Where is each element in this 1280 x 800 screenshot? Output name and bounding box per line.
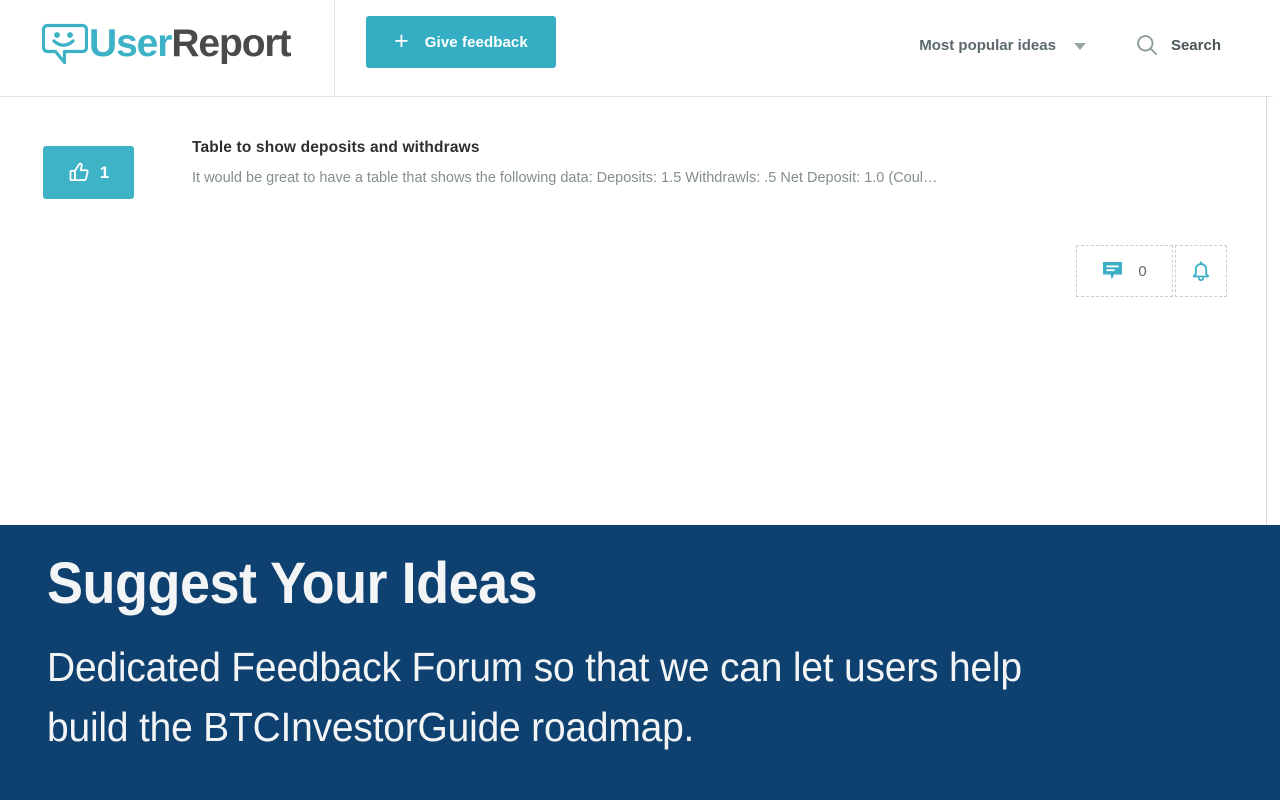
idea-description: It would be great to have a table that s… [192,170,938,186]
header-vertical-divider [334,0,335,97]
site-header: UserReport + Give feedback Most popular … [0,0,1273,97]
sort-dropdown[interactable]: Most popular ideas [919,37,1086,54]
vote-button[interactable]: 1 [43,146,134,199]
search-button[interactable]: Search [1136,34,1221,56]
comments-button[interactable]: 0 [1076,245,1173,297]
idea-content: Table to show deposits and withdraws It … [192,138,1047,188]
chevron-down-icon [1073,42,1086,50]
plus-icon: + [394,26,409,55]
comment-bubble-icon [1103,261,1123,280]
logo-text-user: User [89,22,172,65]
thumbs-up-icon [69,162,89,182]
bell-icon [1192,261,1210,282]
ideas-list: 1 Table to show deposits and withdraws I… [0,97,1273,622]
give-feedback-button[interactable]: + Give feedback [366,16,556,68]
idea-title[interactable]: Table to show deposits and withdraws [192,138,1047,158]
logo-text-report: Report [171,22,291,65]
speech-bubble-smiley-icon [42,23,88,65]
logo-wordmark: UserReport [89,21,292,67]
search-icon [1137,35,1157,55]
sort-dropdown-label: Most popular ideas [919,36,1056,54]
suggest-ideas-banner: Suggest Your Ideas Dedicated Feedback Fo… [0,525,1280,800]
header-controls: Most popular ideas Search [919,30,1221,60]
userreport-logo[interactable]: UserReport [42,16,292,72]
vote-count: 1 [99,163,110,182]
search-label: Search [1170,36,1221,54]
list-item: 1 Table to show deposits and withdraws I… [0,129,1273,229]
idea-actions: 0 [1076,245,1227,297]
banner-title: Suggest Your Ideas [47,551,538,616]
comments-count: 0 [1138,262,1147,280]
give-feedback-label: Give feedback [424,33,528,51]
page-root: UserReport + Give feedback Most popular … [0,0,1280,800]
banner-subtitle: Dedicated Feedback Forum so that we can … [47,644,1022,750]
subscribe-button[interactable] [1175,245,1227,297]
